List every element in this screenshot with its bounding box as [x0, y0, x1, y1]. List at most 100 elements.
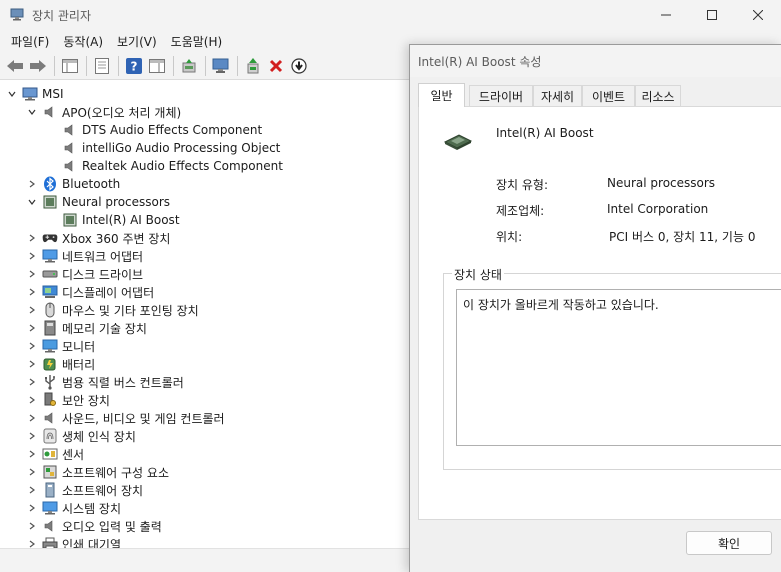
device-status-text[interactable]: 이 장치가 올바르게 작동하고 있습니다. — [456, 289, 781, 446]
display-adapter-icon — [42, 284, 58, 300]
chevron-right-icon[interactable] — [26, 394, 38, 406]
menu-file[interactable]: 파일(F) — [4, 31, 56, 52]
properties-button[interactable] — [91, 55, 113, 77]
tree-item-label: 사운드, 비디오 및 게임 컨트롤러 — [62, 411, 225, 426]
tab-general[interactable]: 일반 — [418, 83, 465, 107]
tree-category[interactable]: 소프트웨어 장치 — [26, 481, 143, 499]
maximize-icon — [707, 10, 717, 20]
tree-category[interactable]: Neural processors — [26, 193, 170, 211]
tree-item-label: 디스플레이 어댑터 — [62, 285, 155, 300]
chevron-right-icon[interactable] — [26, 502, 38, 514]
tree-item-label: 센서 — [62, 447, 85, 462]
tree-category[interactable]: Xbox 360 주변 장치 — [26, 229, 170, 247]
chevron-right-icon[interactable] — [26, 358, 38, 370]
tree-category[interactable]: 보안 장치 — [26, 391, 110, 409]
chevron-right-icon[interactable] — [26, 412, 38, 424]
enable-device-button[interactable] — [242, 55, 264, 77]
sensor-icon — [42, 446, 58, 462]
scan-hardware-button[interactable] — [210, 55, 232, 77]
tree-category[interactable]: 소프트웨어 구성 요소 — [26, 463, 169, 481]
chevron-right-icon[interactable] — [26, 520, 38, 532]
tree-category[interactable]: 모니터 — [26, 337, 95, 355]
tree-item-label: 디스크 드라이브 — [62, 267, 144, 282]
chevron-down-icon[interactable] — [26, 106, 38, 118]
chevron-right-icon[interactable] — [26, 178, 38, 190]
chevron-right-icon[interactable] — [26, 376, 38, 388]
maximize-button[interactable] — [689, 0, 735, 30]
chevron-right-icon[interactable] — [26, 466, 38, 478]
tree-category[interactable]: 범용 직렬 버스 컨트롤러 — [26, 373, 184, 391]
tree-device[interactable]: DTS Audio Effects Component — [46, 121, 262, 139]
tab-events[interactable]: 이벤트 — [582, 85, 635, 106]
menu-view[interactable]: 보기(V) — [110, 31, 164, 52]
tree-category[interactable]: 네트워크 어댑터 — [26, 247, 143, 265]
close-button[interactable] — [735, 0, 781, 30]
gamepad-icon — [42, 230, 58, 246]
tree-category[interactable]: 시스템 장치 — [26, 499, 121, 517]
chevron-right-icon[interactable] — [26, 322, 38, 334]
help-button[interactable]: ? — [123, 55, 145, 77]
tree-category[interactable]: 디스크 드라이브 — [26, 265, 143, 283]
location-value: PCI 버스 0, 장치 11, 기능 0 — [609, 230, 756, 244]
device-type-label: 장치 유형: — [496, 178, 549, 192]
horizontal-scrollbar[interactable] — [0, 548, 410, 572]
manufacturer-value: Intel Corporation — [607, 202, 709, 216]
tree-device[interactable]: Realtek Audio Effects Component — [46, 157, 283, 175]
chevron-right-icon[interactable] — [26, 268, 38, 280]
tree-category[interactable]: 배터리 — [26, 355, 95, 373]
chevron-right-icon[interactable] — [26, 538, 38, 548]
chevron-right-icon[interactable] — [26, 484, 38, 496]
software-device-icon — [42, 482, 58, 498]
tree-item-label: intelliGo Audio Processing Object — [82, 141, 281, 155]
bluetooth-icon — [42, 176, 58, 192]
speaker-icon — [42, 104, 58, 120]
chevron-right-icon[interactable] — [26, 250, 38, 262]
forward-button[interactable] — [27, 55, 49, 77]
tree-category[interactable]: 마우스 및 기타 포인팅 장치 — [26, 301, 199, 319]
ok-button[interactable]: 확인 — [686, 531, 772, 555]
tree-category[interactable]: 센서 — [26, 445, 84, 463]
tree-category[interactable]: 사운드, 비디오 및 게임 컨트롤러 — [26, 409, 225, 427]
tree-category[interactable]: 디스플레이 어댑터 — [26, 283, 154, 301]
tree-item-label: 소프트웨어 구성 요소 — [62, 465, 169, 480]
tree-root[interactable]: MSI — [6, 85, 64, 103]
chevron-right-icon[interactable] — [26, 286, 38, 298]
chevron-right-icon[interactable] — [26, 232, 38, 244]
chevron-down-icon[interactable] — [26, 196, 38, 208]
tab-details[interactable]: 자세히 — [533, 85, 582, 106]
menu-help[interactable]: 도움말(H) — [164, 31, 230, 52]
back-arrow-icon — [7, 59, 23, 72]
tab-resources[interactable]: 리소스 — [635, 85, 681, 106]
speaker-icon — [42, 518, 58, 534]
tree-category[interactable]: 오디오 입력 및 출력 — [26, 517, 162, 535]
mouse-icon — [42, 302, 58, 318]
minimize-button[interactable] — [643, 0, 689, 30]
tree-category[interactable]: 인쇄 대기열 — [26, 535, 121, 548]
tree-category[interactable]: APO(오디오 처리 개체) — [26, 103, 181, 121]
update-driver-button[interactable] — [178, 55, 200, 77]
tree-device[interactable]: Intel(R) AI Boost — [46, 211, 180, 229]
action-pane-button[interactable] — [146, 55, 168, 77]
chevron-down-icon[interactable] — [6, 88, 18, 100]
tree-item-label: Neural processors — [62, 195, 171, 209]
show-hide-console-tree-button[interactable] — [59, 55, 81, 77]
tab-driver[interactable]: 드라이버 — [469, 85, 533, 106]
chevron-right-icon[interactable] — [26, 448, 38, 460]
minimize-icon — [661, 14, 671, 16]
uninstall-device-button[interactable] — [265, 55, 287, 77]
tree-category[interactable]: 메모리 기술 장치 — [26, 319, 147, 337]
chevron-right-icon[interactable] — [26, 340, 38, 352]
tree-category[interactable]: 생체 인식 장치 — [26, 427, 136, 445]
tree-item-label: 모니터 — [62, 339, 96, 354]
disable-device-button[interactable] — [288, 55, 310, 77]
menu-action[interactable]: 동작(A) — [56, 31, 110, 52]
chevron-right-icon[interactable] — [26, 430, 38, 442]
back-button[interactable] — [4, 55, 26, 77]
dialog-title-bar: Intel(R) AI Boost 속성 — [410, 45, 781, 77]
chevron-right-icon[interactable] — [26, 304, 38, 316]
device-tree: MSI APO(오디오 처리 개체) DTS Audio Effects Comp… — [0, 82, 410, 548]
tree-category[interactable]: Bluetooth — [26, 175, 120, 193]
tree-device[interactable]: intelliGo Audio Processing Object — [46, 139, 280, 157]
